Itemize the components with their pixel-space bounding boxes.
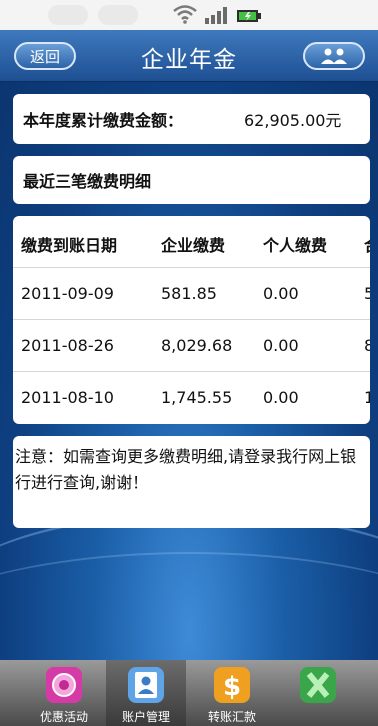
cell-personal: 0.00	[263, 388, 299, 407]
cell-date: 2011-08-10	[21, 388, 114, 407]
column-header-personal: 个人缴费	[263, 236, 328, 255]
table-row: 2011-08-26 8,029.68 0.00 8	[13, 320, 370, 372]
nav-item-more[interactable]	[278, 660, 358, 726]
table-row: 2011-09-09 581.85 0.00 5	[13, 268, 370, 320]
signal-icon	[205, 7, 227, 24]
cell-company: 1,745.55	[161, 388, 233, 407]
annual-total-value: 62,905.00元	[244, 111, 342, 130]
background-swoosh	[0, 552, 378, 660]
column-header-total: 合	[364, 232, 370, 256]
more-icon	[300, 667, 336, 703]
cell-personal: 0.00	[263, 284, 299, 303]
nav-item-account[interactable]: 账户管理	[106, 660, 186, 726]
nav-label-promotions: 优惠活动	[39, 710, 88, 724]
cell-total: 1	[364, 388, 370, 407]
recent-payments-title: 最近三笔缴费明细	[23, 172, 152, 191]
cell-company: 8,029.68	[161, 336, 233, 355]
wifi-icon	[173, 5, 197, 24]
bottom-nav: 优惠活动 账户管理 $ 转账汇款	[0, 660, 378, 726]
nav-item-promotions[interactable]: 优惠活动	[24, 660, 104, 726]
notice-card: 注意：如需查询更多缴费明细,请登录我行网上银行进行查询,谢谢！	[13, 436, 370, 528]
user-button[interactable]	[303, 42, 365, 70]
cell-date: 2011-08-26	[21, 336, 114, 355]
annual-total-label: 本年度累计缴费金额：	[23, 111, 184, 130]
cell-total: 8	[364, 336, 370, 355]
battery-icon	[237, 10, 261, 22]
cell-personal: 0.00	[263, 336, 299, 355]
annual-total-card: 本年度累计缴费金额： 62,905.00元	[13, 94, 370, 144]
status-icons	[172, 4, 262, 24]
cell-date: 2011-09-09	[21, 284, 114, 303]
status-placeholder	[48, 5, 88, 25]
user-icon	[321, 48, 347, 64]
status-placeholder	[98, 5, 138, 25]
table-header-row: 缴费到账日期 企业缴费 个人缴费 合	[13, 216, 370, 268]
table-row: 2011-08-10 1,745.55 0.00 1	[13, 372, 370, 424]
transfer-icon: $	[214, 667, 250, 703]
main-content: 本年度累计缴费金额： 62,905.00元 最近三笔缴费明细 缴费到账日期 企业…	[0, 82, 378, 660]
status-bar	[0, 0, 378, 30]
column-header-date: 缴费到账日期	[21, 236, 118, 255]
nav-label-transfer: 转账汇款	[207, 710, 256, 724]
promo-icon	[46, 667, 82, 703]
column-header-company: 企业缴费	[161, 236, 226, 255]
account-icon	[128, 667, 164, 703]
cell-company: 581.85	[161, 284, 217, 303]
payments-table[interactable]: 缴费到账日期 企业缴费 个人缴费 合 2011-09-09 581.85 0.0…	[13, 216, 370, 424]
notice-text: 注意：如需查询更多缴费明细,请登录我行网上银行进行查询,谢谢！	[15, 447, 357, 492]
recent-payments-card: 最近三笔缴费明细	[13, 156, 370, 204]
nav-item-transfer[interactable]: $ 转账汇款	[192, 660, 272, 726]
app-header: 返回 企业年金	[0, 30, 378, 82]
svg-text:$: $	[223, 672, 241, 702]
cell-total: 5	[364, 284, 370, 303]
nav-label-account: 账户管理	[121, 710, 170, 724]
